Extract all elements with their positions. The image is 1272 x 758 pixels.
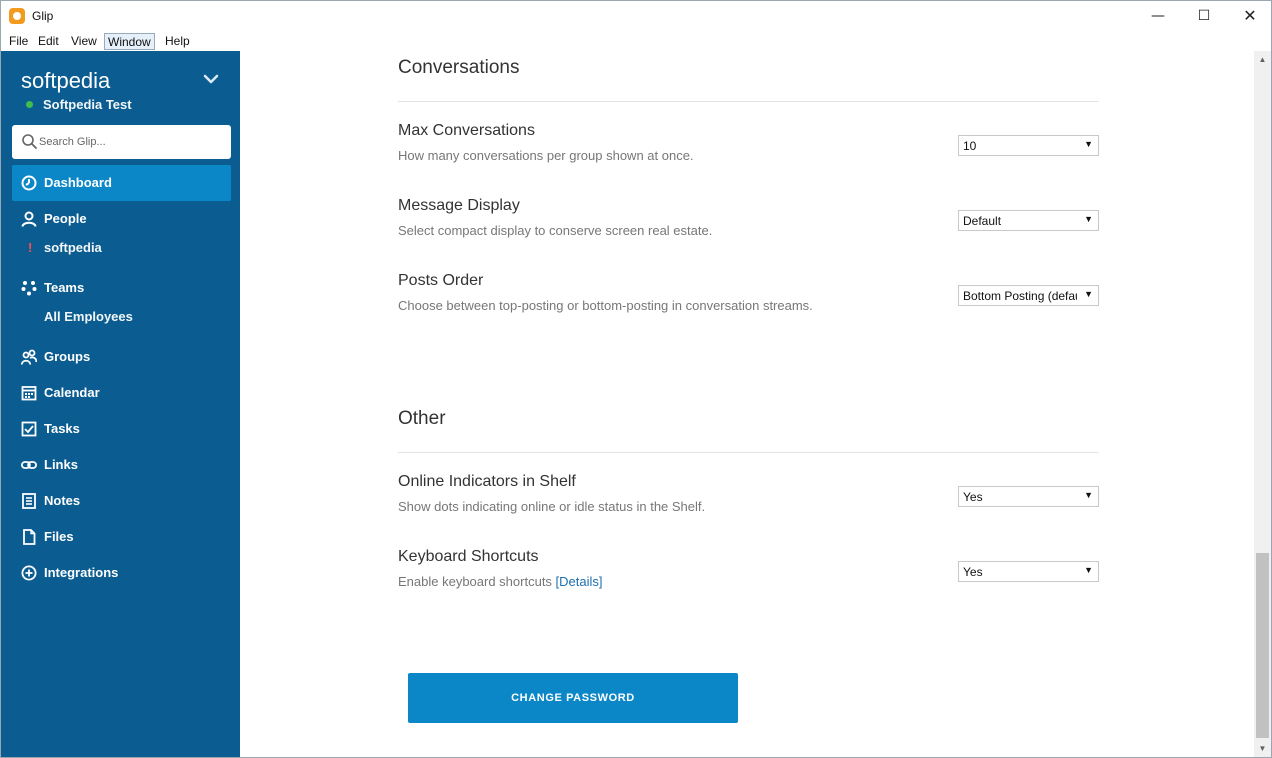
sidebar-item-people[interactable]: People	[12, 201, 231, 237]
sidebar-item-label: Tasks	[44, 421, 80, 436]
calendar-icon	[21, 386, 37, 401]
sidebar-subitem-all-employees[interactable]: All Employees	[44, 309, 133, 324]
search-box[interactable]	[12, 125, 231, 159]
select-value: Bottom Posting (default)	[963, 289, 1077, 303]
sidebar-item-links[interactable]: Links	[12, 447, 231, 483]
sidebar-subitem-softpedia[interactable]: softpedia	[44, 240, 102, 255]
window-title: Glip	[32, 9, 54, 23]
teams-icon	[21, 281, 37, 296]
setting-label: Online Indicators in Shelf	[398, 473, 576, 490]
glip-logo-icon	[9, 8, 25, 24]
menu-file[interactable]: File	[6, 33, 31, 50]
dropdown-arrow-icon: ▼	[1084, 490, 1093, 500]
sidebar-item-files[interactable]: Files	[12, 519, 231, 555]
current-user-name: Softpedia Test	[43, 97, 132, 112]
select-value: 10	[963, 139, 977, 153]
sidebar-item-label: Calendar	[44, 385, 100, 400]
chevron-down-icon[interactable]	[202, 70, 220, 88]
sidebar-item-groups[interactable]: Groups	[12, 339, 231, 375]
dropdown-arrow-icon: ▼	[1084, 565, 1093, 575]
file-icon	[23, 529, 36, 545]
sidebar-item-teams[interactable]: Teams	[12, 270, 231, 306]
sidebar-item-label: Dashboard	[44, 175, 112, 190]
vertical-scrollbar[interactable]: ▲ ▼	[1254, 51, 1271, 757]
dropdown-arrow-icon: ▼	[1084, 289, 1093, 299]
plus-circle-icon	[21, 565, 37, 581]
dropdown-arrow-icon: ▼	[1084, 139, 1093, 149]
maximize-icon: ☐	[1197, 8, 1211, 24]
online-status-dot	[26, 101, 33, 108]
details-link[interactable]: [Details]	[556, 574, 603, 589]
sidebar-item-label: Groups	[44, 349, 91, 364]
sidebar-item-calendar[interactable]: Calendar	[12, 375, 231, 411]
person-icon	[21, 211, 37, 227]
setting-label: Max Conversations	[398, 122, 535, 139]
search-input[interactable]	[39, 132, 224, 152]
setting-label: Posts Order	[398, 272, 484, 289]
sidebar-item-label: Integrations	[44, 565, 119, 580]
sidebar: softpedia Softpedia Test Dashboard	[1, 51, 240, 757]
link-icon	[21, 461, 37, 469]
scroll-thumb[interactable]	[1256, 553, 1269, 738]
posts-order-select[interactable]: Bottom Posting (default) ▼	[958, 285, 1099, 306]
online-indicators-select[interactable]: Yes ▼	[958, 486, 1099, 507]
settings-panel: Conversations Max Conversations How many…	[240, 51, 1254, 757]
setting-description: Select compact display to conserve scree…	[398, 223, 713, 238]
sidebar-item-label: People	[44, 211, 87, 226]
menu-window[interactable]: Window	[104, 33, 155, 50]
scroll-up-arrow-icon[interactable]: ▲	[1254, 51, 1271, 68]
menu-edit[interactable]: Edit	[35, 33, 62, 50]
setting-description: How many conversations per group shown a…	[398, 148, 694, 163]
sidebar-item-label: Links	[44, 457, 78, 472]
section-title-conversations: Conversations	[398, 57, 520, 78]
max-conversations-select[interactable]: 10 ▼	[958, 135, 1099, 156]
minimize-icon: —	[1151, 8, 1165, 24]
section-divider	[398, 101, 1099, 102]
setting-description: Enable keyboard shortcuts [Details]	[398, 574, 603, 589]
dropdown-arrow-icon: ▼	[1084, 214, 1093, 224]
sidebar-item-notes[interactable]: Notes	[12, 483, 231, 519]
app-window: Glip — ☐ ✕ File Edit View Window Help so…	[0, 0, 1272, 758]
company-name: softpedia	[21, 68, 111, 93]
notes-icon	[22, 493, 36, 509]
keyboard-shortcuts-select[interactable]: Yes ▼	[958, 561, 1099, 582]
menu-bar: File Edit View Window Help	[1, 31, 1271, 51]
setting-label: Message Display	[398, 197, 520, 214]
close-button[interactable]: ✕	[1227, 1, 1272, 31]
sidebar-item-label: Notes	[44, 493, 81, 508]
section-title-other: Other	[398, 408, 446, 429]
unread-alert-icon: !	[28, 240, 33, 255]
select-value: Yes	[963, 565, 983, 579]
maximize-button[interactable]: ☐	[1181, 1, 1227, 31]
change-password-button[interactable]: CHANGE PASSWORD	[408, 673, 738, 723]
sidebar-item-dashboard[interactable]: Dashboard	[12, 165, 231, 201]
setting-description: Choose between top-posting or bottom-pos…	[398, 298, 813, 313]
message-display-select[interactable]: Default ▼	[958, 210, 1099, 231]
section-divider	[398, 452, 1099, 453]
menu-help[interactable]: Help	[162, 33, 193, 50]
search-icon	[22, 134, 37, 149]
sidebar-item-label: Files	[44, 529, 74, 544]
menu-view[interactable]: View	[68, 33, 100, 50]
minimize-button[interactable]: —	[1135, 1, 1181, 31]
title-bar: Glip — ☐ ✕	[1, 1, 1271, 31]
sidebar-item-tasks[interactable]: Tasks	[12, 411, 231, 447]
checkbox-icon	[21, 421, 37, 437]
setting-description-text: Enable keyboard shortcuts	[398, 574, 556, 589]
select-value: Default	[963, 214, 1002, 228]
sidebar-item-integrations[interactable]: Integrations	[12, 555, 231, 591]
groups-icon	[21, 349, 37, 365]
select-value: Yes	[963, 490, 983, 504]
dashboard-icon	[21, 175, 37, 191]
scroll-down-arrow-icon[interactable]: ▼	[1254, 740, 1271, 757]
setting-label: Keyboard Shortcuts	[398, 548, 539, 565]
setting-description: Show dots indicating online or idle stat…	[398, 499, 706, 514]
close-icon: ✕	[1243, 6, 1257, 25]
sidebar-item-label: Teams	[44, 280, 85, 295]
